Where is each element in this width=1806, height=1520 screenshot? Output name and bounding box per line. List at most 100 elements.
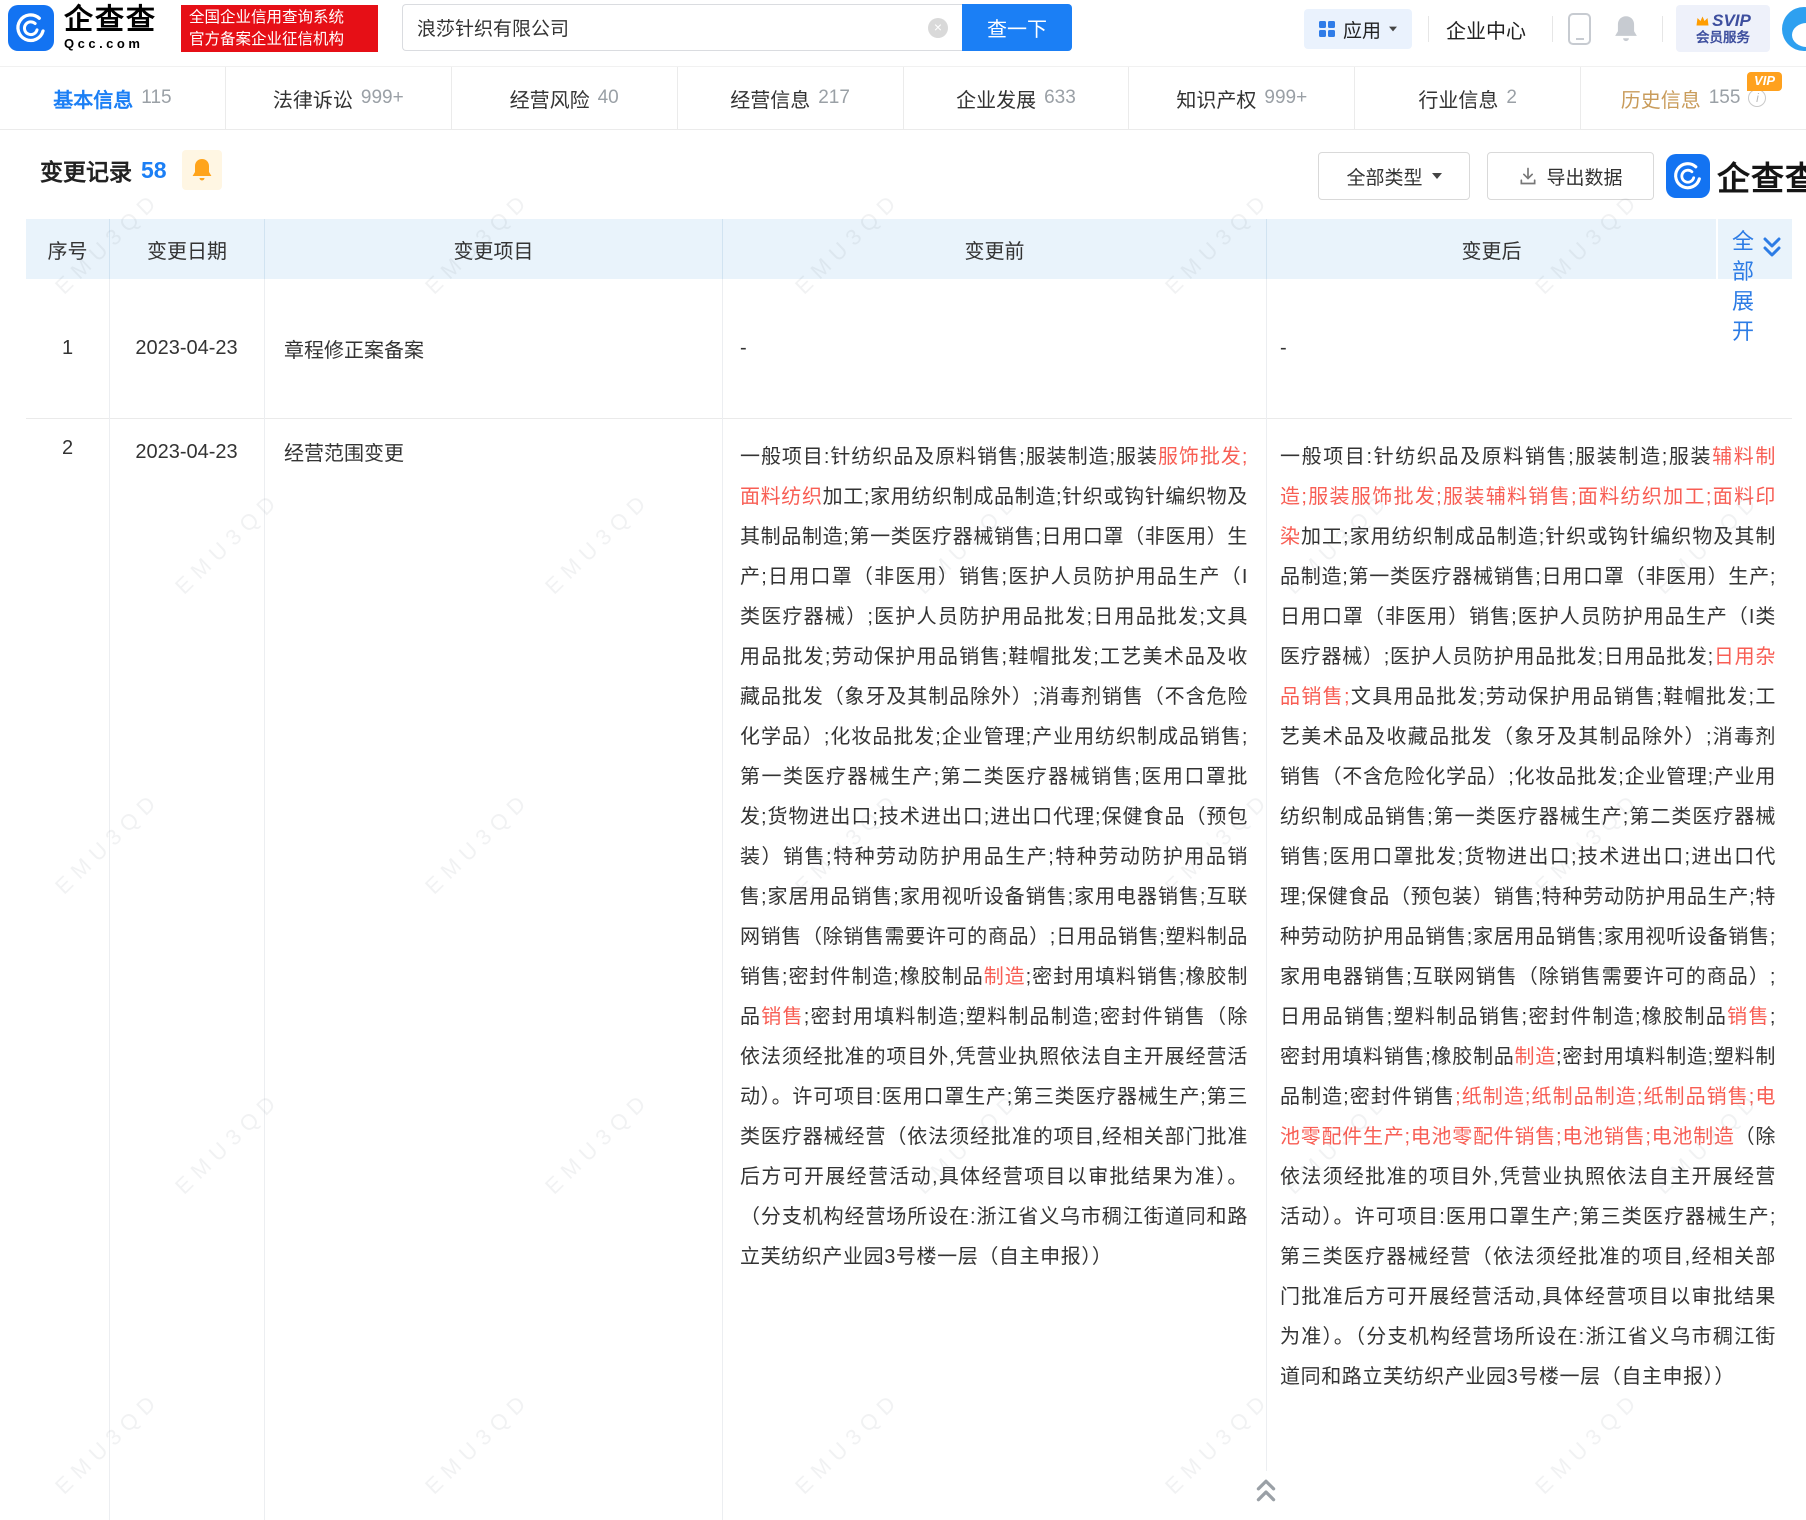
notification-bell-icon[interactable] xyxy=(1612,14,1640,49)
scope-text: - xyxy=(740,337,747,359)
changed-text-highlight: 销售 xyxy=(761,1006,803,1028)
double-chevron-up-icon xyxy=(1253,1476,1279,1506)
apps-grid-icon xyxy=(1318,20,1336,38)
tab-经营信息[interactable]: 经营信息 217 xyxy=(677,67,903,129)
scope-text: （除依法须经批准的项目外,凭营业执照依法自主开展经营活动）。许可项目:医用口罩生… xyxy=(1280,1126,1776,1388)
tab-知识产权[interactable]: 知识产权 999+ xyxy=(1128,67,1354,129)
badge-line-1: 全国企业信用查询系统 xyxy=(189,7,378,29)
tab-法律诉讼[interactable]: 法律诉讼 999+ xyxy=(225,67,451,129)
apps-menu[interactable]: 应用 xyxy=(1304,9,1412,49)
col-header-after: 变更后 xyxy=(1266,219,1716,279)
change-records-table: 序号 变更日期 变更项目 变更前 变更后 全部展开 12023-04-23章程修… xyxy=(26,219,1792,1520)
search-button[interactable]: 查一下 xyxy=(962,4,1072,51)
scope-text: - xyxy=(1280,337,1287,359)
tab-企业发展[interactable]: 企业发展 633 xyxy=(903,67,1129,129)
chevron-down-icon xyxy=(1389,27,1397,32)
scope-text: 加工;家用纺织制成品制造;针织或钩针编织物及其制品制造;第一类医疗器械销售;日用… xyxy=(740,486,1248,988)
apps-label: 应用 xyxy=(1343,16,1381,43)
mobile-app-icon[interactable] xyxy=(1568,13,1591,45)
double-chevron-down-icon xyxy=(1760,235,1784,347)
tab-label: 法律诉讼 xyxy=(273,84,353,113)
tab-label: 历史信息 xyxy=(1621,84,1701,113)
svip-label: SVIP xyxy=(1712,12,1751,30)
tab-label: 知识产权 xyxy=(1176,84,1256,113)
changed-text-highlight: 制造 xyxy=(984,966,1026,988)
tab-count: 115 xyxy=(141,87,171,109)
tab-label: 经营风险 xyxy=(510,84,590,113)
qcc-watermark-text: 企查查 xyxy=(1717,152,1806,200)
tab-count: 999+ xyxy=(1264,87,1307,109)
badge-line-2: 官方备案企业征信机构 xyxy=(189,29,378,51)
chevron-down-icon xyxy=(1432,173,1442,179)
type-filter-label: 全部类型 xyxy=(1346,163,1422,190)
section-title: 变更记录 xyxy=(40,153,132,187)
mascot-icon[interactable] xyxy=(1782,7,1806,51)
cell-date: 2023-04-23 xyxy=(109,419,264,468)
scope-text: 一般项目:针纺织品及原料销售;服装制造;服装 xyxy=(740,446,1158,468)
tab-基本信息[interactable]: 基本信息 115 xyxy=(0,67,225,129)
tab-经营风险[interactable]: 经营风险 40 xyxy=(451,67,677,129)
section-header: 变更记录 58 xyxy=(40,148,222,192)
column-divider xyxy=(264,279,265,1520)
svip-sub-label: 会员服务 xyxy=(1696,30,1750,46)
follow-bell-button[interactable] xyxy=(182,150,222,190)
table-body: 12023-04-23章程修正案备案--22023-04-23经营范围变更一般项… xyxy=(26,279,1792,1397)
cell-before: 一般项目:针纺织品及原料销售;服装制造;服装服饰批发;面料纺织加工;家用纺织制成… xyxy=(722,419,1266,1277)
col-header-no: 序号 xyxy=(26,219,109,279)
cell-no: 2 xyxy=(26,419,109,460)
tab-count: 217 xyxy=(818,87,850,109)
tab-count: 999+ xyxy=(361,87,404,109)
svip-member-service[interactable]: SVIP 会员服务 xyxy=(1676,5,1770,52)
expand-all-control[interactable]: 全部展开 xyxy=(1708,227,1792,347)
changed-text-highlight: 销售 xyxy=(1727,1006,1770,1028)
column-divider xyxy=(1266,279,1267,1471)
qcc-brand[interactable]: 企查查 Qcc.com xyxy=(64,5,157,51)
clear-search-icon[interactable]: × xyxy=(928,18,948,38)
scope-text: 一般项目:针纺织品及原料销售;服装制造;服装 xyxy=(1280,446,1712,468)
col-header-date: 变更日期 xyxy=(109,219,264,279)
qcc-logo-icon xyxy=(1666,154,1710,198)
tab-label: 基本信息 xyxy=(53,84,133,113)
cell-change-item: 章程修正案备案 xyxy=(264,334,722,363)
cell-after: 一般项目:针纺织品及原料销售;服装制造;服装辅料制造;服装服饰批发;服装辅料销售… xyxy=(1266,419,1792,1397)
tab-count: 40 xyxy=(598,87,619,109)
column-divider xyxy=(722,279,723,1520)
changed-text-highlight: 制造 xyxy=(1515,1046,1557,1068)
divider xyxy=(1552,16,1553,42)
top-header: 企查查 Qcc.com 全国企业信用查询系统 官方备案企业征信机构 浪莎针织有限… xyxy=(0,0,1806,58)
column-divider xyxy=(109,279,110,1520)
cell-no: 1 xyxy=(26,337,109,360)
section-count: 58 xyxy=(141,157,167,184)
tab-bar: 基本信息 115 法律诉讼 999+ 经营风险 40 经营信息 217 企业发展 633 知识产权 9… xyxy=(0,66,1806,130)
scope-text: ;密封用填料制造;塑料制品制造;密封件销售（除依法须经批准的项目外,凭营业执照依… xyxy=(740,1006,1248,1268)
table-row: 22023-04-23经营范围变更一般项目:针纺织品及原料销售;服装制造;服装服… xyxy=(26,419,1792,1397)
search-value: 浪莎针织有限公司 xyxy=(417,14,928,41)
divider xyxy=(1662,16,1663,42)
enterprise-center-link[interactable]: 企业中心 xyxy=(1446,0,1526,58)
table-row: 12023-04-23章程修正案备案-- xyxy=(26,279,1792,419)
cell-before: - xyxy=(722,337,1266,360)
credit-system-badge: 全国企业信用查询系统 官方备案企业征信机构 xyxy=(181,5,378,52)
tab-历史信息[interactable]: 历史信息155iVIP xyxy=(1580,67,1806,129)
col-header-item: 变更项目 xyxy=(264,219,722,279)
info-icon[interactable]: i xyxy=(1748,89,1766,107)
tab-行业信息[interactable]: 行业信息 2 xyxy=(1354,67,1580,129)
tab-label: 企业发展 xyxy=(956,84,1036,113)
tab-count: 155 xyxy=(1709,87,1741,109)
cell-change-item: 经营范围变更 xyxy=(264,419,722,466)
tab-count: 633 xyxy=(1044,87,1076,109)
page: 企查查 Qcc.com 全国企业信用查询系统 官方备案企业征信机构 浪莎针织有限… xyxy=(0,0,1806,1520)
download-icon xyxy=(1518,166,1538,186)
tab-label: 经营信息 xyxy=(730,84,810,113)
tab-count: 2 xyxy=(1506,87,1517,109)
collapse-row-control[interactable] xyxy=(1252,1475,1280,1507)
cell-date: 2023-04-23 xyxy=(109,333,264,364)
type-filter-dropdown[interactable]: 全部类型 xyxy=(1318,152,1470,200)
tab-label: 行业信息 xyxy=(1418,84,1498,113)
brand-name: 企查查 xyxy=(64,5,157,35)
export-data-button[interactable]: 导出数据 xyxy=(1487,152,1654,200)
export-label: 导出数据 xyxy=(1546,163,1622,190)
table-header-row: 序号 变更日期 变更项目 变更前 变更后 xyxy=(26,219,1792,279)
qcc-logo-icon[interactable] xyxy=(8,5,54,51)
search-input[interactable]: 浪莎针织有限公司 × xyxy=(402,4,962,51)
